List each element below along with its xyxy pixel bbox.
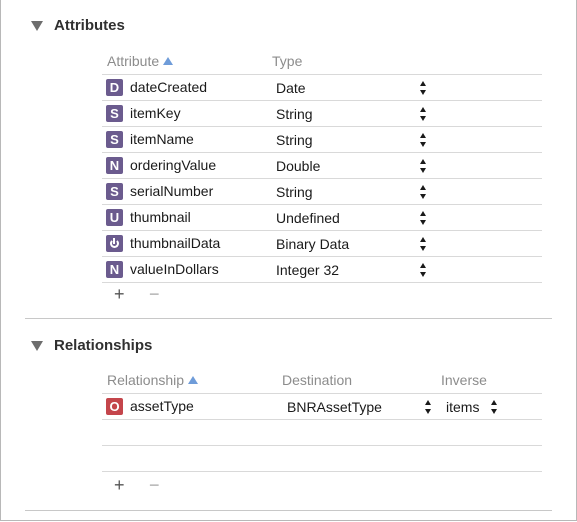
add-attribute-button[interactable]: + [114,285,125,303]
attribute-name[interactable]: valueInDollars [130,261,219,277]
type-popup-arrows-icon[interactable] [420,263,427,277]
table-row[interactable]: thumbnailData Binary Data [102,231,542,257]
attribute-type-popup[interactable]: Undefined [276,210,340,226]
attribute-name[interactable]: itemName [130,131,194,147]
column-header-destination-label: Destination [282,372,353,388]
string-type-icon: S [106,105,123,122]
table-row[interactable]: N valueInDollars Integer 32 [102,257,542,283]
destination-popup-arrows-icon[interactable] [425,400,432,414]
column-header-type-label: Type [272,53,303,69]
attribute-name[interactable]: serialNumber [130,183,213,199]
attribute-type-popup[interactable]: String [276,132,313,148]
date-type-icon: D [106,79,123,96]
table-row[interactable]: O assetType BNRAssetType items [102,393,542,420]
table-row[interactable]: N orderingValue Double [102,153,542,179]
string-type-icon: S [106,183,123,200]
type-popup-arrows-icon[interactable] [420,107,427,121]
add-relationship-button[interactable]: + [114,476,125,494]
attribute-name[interactable]: dateCreated [130,79,207,95]
attribute-name[interactable]: itemKey [130,105,181,121]
attribute-type-popup[interactable]: String [276,184,313,200]
type-popup-arrows-icon[interactable] [420,185,427,199]
column-header-attribute-label: Attribute [107,53,160,69]
power-icon [106,235,123,252]
relationships-table: O assetType BNRAssetType items [102,393,542,472]
remove-relationship-button[interactable]: − [149,476,160,494]
column-header-type[interactable]: Type [272,53,302,69]
undefined-type-icon: U [106,209,123,226]
attributes-section-header[interactable]: Attributes [31,17,125,34]
table-row[interactable]: S itemName String [102,127,542,153]
relationships-section-header[interactable]: Relationships [31,337,152,354]
attribute-name[interactable]: thumbnail [130,209,191,225]
column-header-inverse-label: Inverse [441,372,487,388]
column-header-destination[interactable]: Destination [282,372,352,388]
attribute-name[interactable]: orderingValue [130,157,216,173]
to-one-relationship-icon: O [106,398,123,415]
sort-ascending-icon [163,57,174,65]
attribute-type-popup[interactable]: Binary Data [276,236,349,252]
remove-attribute-button[interactable]: − [149,285,160,303]
table-row-empty [102,446,542,472]
relationship-name[interactable]: assetType [130,398,194,414]
type-popup-arrows-icon[interactable] [420,159,427,173]
column-header-inverse[interactable]: Inverse [441,372,487,388]
table-row[interactable]: S serialNumber String [102,179,542,205]
entity-editor: Attributes Attribute Type D dateCreated … [0,0,577,521]
table-row[interactable]: D dateCreated Date [102,74,542,101]
inverse-popup[interactable]: items [446,399,479,415]
table-row[interactable]: U thumbnail Undefined [102,205,542,231]
disclosure-triangle-icon[interactable] [31,340,43,351]
type-popup-arrows-icon[interactable] [420,133,427,147]
attribute-name[interactable]: thumbnailData [130,235,220,251]
column-header-relationship[interactable]: Relationship [107,372,199,388]
attribute-type-popup[interactable]: Integer 32 [276,262,339,278]
attribute-type-popup[interactable]: String [276,106,313,122]
column-header-relationship-label: Relationship [107,372,185,388]
destination-popup[interactable]: BNRAssetType [287,399,382,415]
sort-ascending-icon [188,376,199,384]
table-row-empty [102,420,542,446]
section-divider [25,510,552,511]
type-popup-arrows-icon[interactable] [420,211,427,225]
number-type-icon: N [106,157,123,174]
inverse-popup-arrows-icon[interactable] [491,400,498,414]
section-divider [25,318,552,319]
disclosure-triangle-icon[interactable] [31,20,43,31]
attributes-title: Attributes [54,17,125,34]
string-type-icon: S [106,131,123,148]
number-type-icon: N [106,261,123,278]
relationships-title: Relationships [54,337,153,354]
attribute-type-popup[interactable]: Date [276,80,306,96]
type-popup-arrows-icon[interactable] [420,237,427,251]
table-row[interactable]: S itemKey String [102,101,542,127]
type-popup-arrows-icon[interactable] [420,81,427,95]
attributes-table: D dateCreated Date S itemKey String S it… [102,74,542,283]
column-header-attribute[interactable]: Attribute [107,53,174,69]
attribute-type-popup[interactable]: Double [276,158,320,174]
